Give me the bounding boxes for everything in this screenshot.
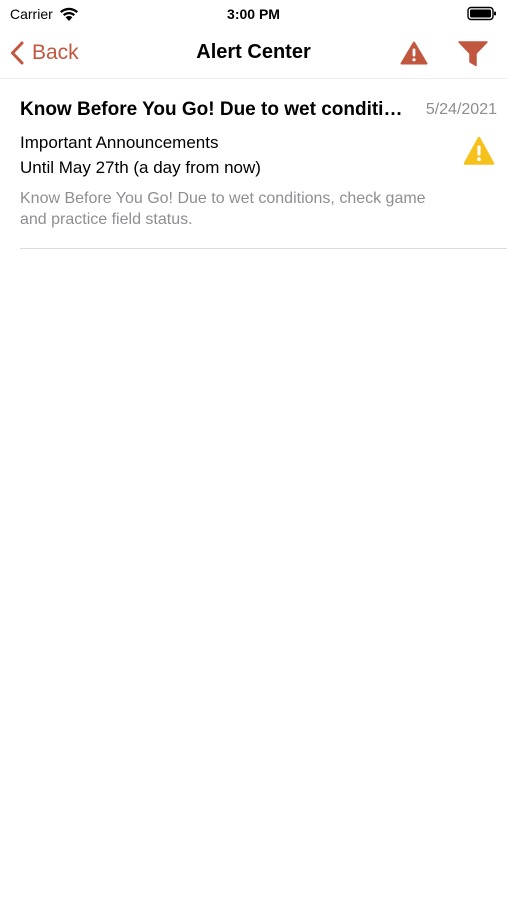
alert-date: 5/24/2021	[425, 101, 497, 118]
alert-body: Know Before You Go! Due to wet condition…	[20, 190, 426, 228]
warning-triangle-icon	[463, 136, 495, 165]
page-title: Alert Center	[196, 41, 311, 63]
filter-button[interactable]	[457, 38, 489, 70]
alert-list-item[interactable]: Know Before You Go! Due to wet condition…	[20, 90, 507, 249]
alert-expiry: Until May 27th (a day from now)	[20, 158, 261, 177]
navigation-bar: Back Alert Center	[0, 28, 507, 79]
warning-triangle-icon	[400, 41, 428, 65]
battery-full-icon	[467, 6, 496, 21]
alert-title: Know Before You Go! Due to wet condition…	[20, 99, 412, 120]
filter-funnel-icon	[458, 41, 488, 67]
alert-category: Important Announcements	[20, 133, 219, 152]
alert-button[interactable]	[399, 38, 429, 68]
status-bar: Carrier 3:00 PM	[0, 0, 507, 28]
status-time: 3:00 PM	[227, 6, 280, 22]
